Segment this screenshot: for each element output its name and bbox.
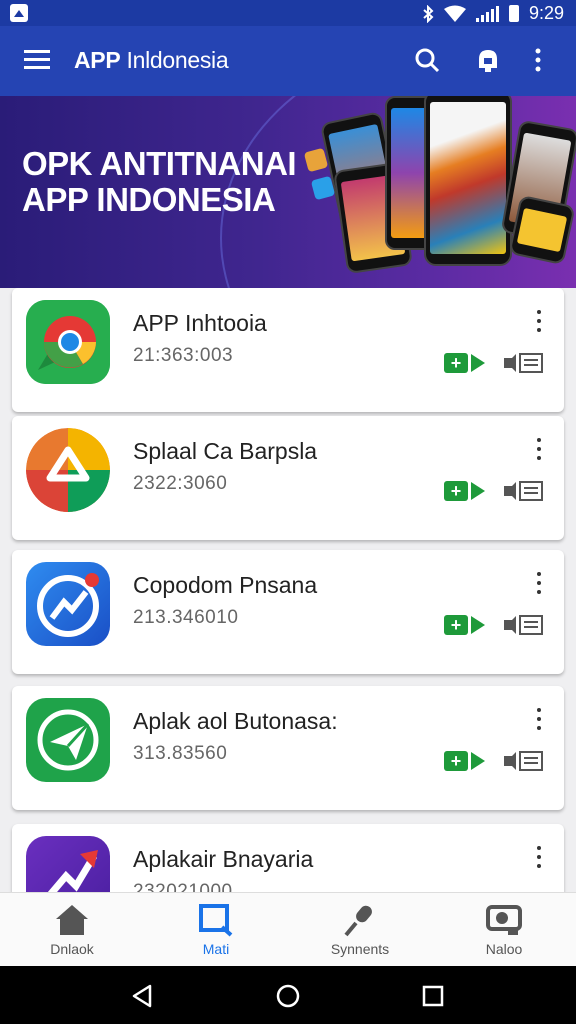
system-navigation-bar: [0, 966, 576, 1024]
install-icon[interactable]: +: [444, 481, 468, 501]
status-bar: 9:29: [0, 0, 576, 26]
app-title: APP Inldonesia: [74, 47, 229, 74]
bluetooth-icon: [423, 4, 434, 23]
search-icon: [199, 904, 233, 937]
open-arrow-icon[interactable]: [471, 482, 485, 500]
nav-label: Dnlaok: [50, 941, 94, 957]
open-arrow-icon[interactable]: [471, 752, 485, 770]
banner-line2: APP INDONESIA: [22, 181, 276, 218]
recycle-icon: [26, 428, 110, 512]
details-icon[interactable]: [502, 750, 544, 772]
app-name: APP Inhtooia: [133, 310, 267, 336]
app-meta: 213.346010: [133, 607, 239, 628]
app-meta: 232021000: [133, 881, 233, 892]
open-arrow-icon[interactable]: [471, 616, 485, 634]
app-list[interactable]: APP Inhtooia 21:363:003 + Splaal Ca Barp…: [0, 288, 576, 892]
details-icon[interactable]: [502, 614, 544, 636]
install-icon[interactable]: +: [444, 353, 468, 373]
list-item[interactable]: APP Inhtooia 21:363:003 +: [12, 288, 564, 412]
nav-label: Mati: [202, 941, 230, 957]
more-vert-icon[interactable]: [532, 46, 544, 74]
list-item[interactable]: Copodom Pnsana 213.346010 +: [12, 550, 564, 674]
nav-microphone[interactable]: Synnents: [288, 893, 432, 967]
app-name: Aplakair Bnayaria: [133, 846, 314, 872]
list-item[interactable]: Splaal Ca Barpsla 2322:3060 +: [12, 416, 564, 540]
app-meta: 2322:3060: [133, 473, 228, 494]
app-name: Copodom Pnsana: [133, 572, 318, 598]
notification-icon[interactable]: [474, 46, 502, 74]
app-notification-icon: [10, 4, 28, 22]
send-icon: [26, 698, 110, 782]
battery-icon: [508, 5, 519, 22]
banner-title: OPK ANTITNANAI APP INDONESIA: [22, 145, 297, 218]
promo-banner[interactable]: OPK ANTITNANAI APP INDONESIA: [0, 96, 576, 288]
home-icon: [56, 905, 88, 935]
app-bar: APP Inldonesia: [0, 26, 576, 96]
camera-icon: [486, 905, 522, 935]
messenger-icon: [26, 562, 110, 646]
list-item[interactable]: Aplak aol Butonasa: 313.83560 +: [12, 686, 564, 810]
search-icon[interactable]: [413, 46, 441, 74]
nav-search[interactable]: Mati: [144, 893, 288, 967]
nav-label: Naloo: [485, 941, 523, 957]
install-icon[interactable]: +: [444, 751, 468, 771]
details-icon[interactable]: [502, 480, 544, 502]
microphone-icon: [344, 905, 372, 937]
app-meta: 313.83560: [133, 743, 228, 764]
details-icon[interactable]: [502, 352, 544, 374]
more-vert-icon[interactable]: [536, 438, 542, 462]
banner-line1: OPK ANTITNANAI: [22, 145, 297, 182]
app-title-bold: APP: [74, 47, 121, 73]
more-vert-icon[interactable]: [536, 310, 542, 334]
bottom-navigation: Dnlaok Mati Synnents Naloo: [0, 892, 576, 967]
menu-icon[interactable]: [24, 50, 50, 70]
back-icon[interactable]: [130, 984, 154, 1008]
app-name: Splaal Ca Barpsla: [133, 438, 318, 464]
more-vert-icon[interactable]: [536, 708, 542, 732]
app-meta: 21:363:003: [133, 345, 234, 366]
app-name: Aplak aol Butonasa:: [133, 708, 338, 734]
recents-icon[interactable]: [422, 985, 444, 1007]
chrome-icon: [26, 300, 110, 384]
app-title-rest: Inldonesia: [120, 47, 229, 73]
nav-label: Synnents: [330, 941, 390, 957]
wifi-icon: [443, 5, 466, 22]
more-vert-icon[interactable]: [536, 846, 542, 870]
signal-icon: [475, 5, 499, 22]
nav-home[interactable]: Dnlaok: [0, 893, 144, 967]
install-icon[interactable]: +: [444, 615, 468, 635]
list-item[interactable]: Aplakair Bnayaria 232021000: [12, 824, 564, 892]
nav-camera[interactable]: Naloo: [432, 893, 576, 967]
home-circle-icon[interactable]: [276, 984, 300, 1008]
arrow-icon: [26, 836, 110, 892]
open-arrow-icon[interactable]: [471, 354, 485, 372]
status-time: 9:29: [528, 3, 564, 23]
more-vert-icon[interactable]: [536, 572, 542, 596]
